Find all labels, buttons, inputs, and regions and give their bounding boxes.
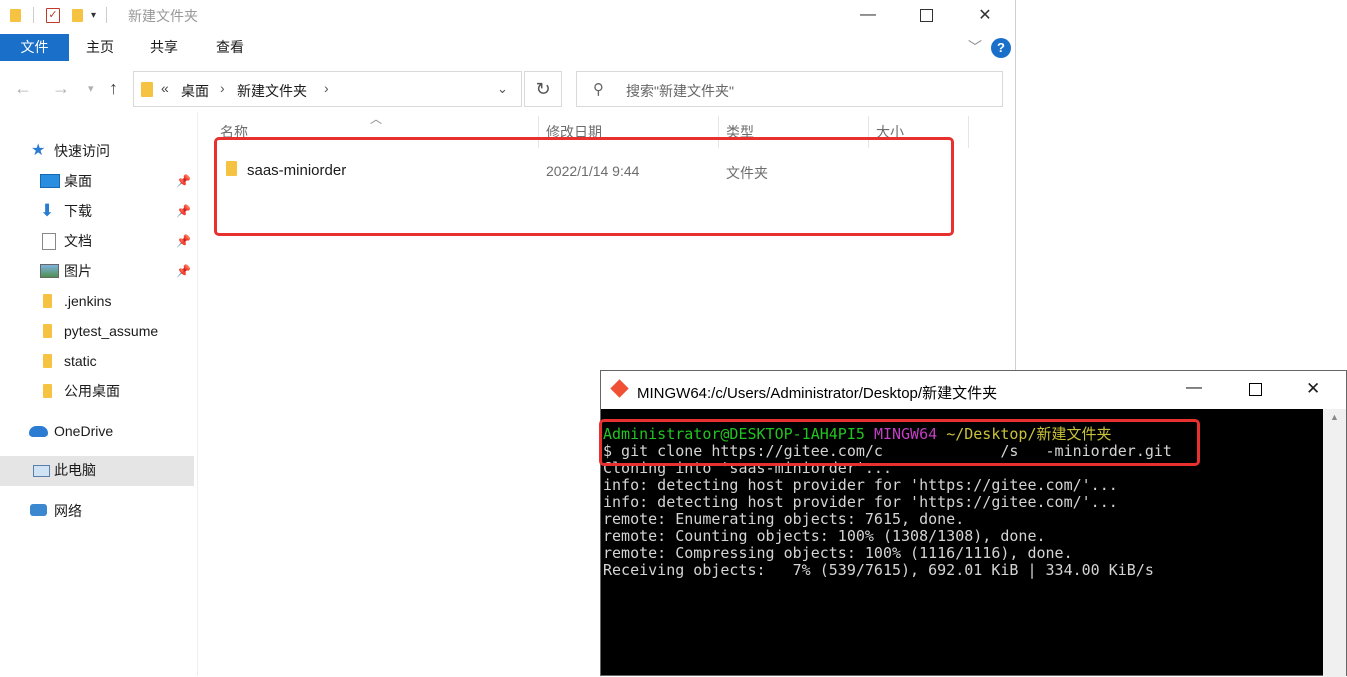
customize-toolbar-icon[interactable]: ▾ xyxy=(91,10,96,21)
chevron-right-icon[interactable]: › xyxy=(324,80,329,96)
scroll-up-icon[interactable]: ▲ xyxy=(1330,412,1339,422)
network-icon xyxy=(30,504,47,516)
desktop-icon xyxy=(40,174,60,188)
up-arrow-icon[interactable]: ↑ xyxy=(109,78,118,99)
nav-label: 桌面 xyxy=(64,173,92,189)
nav-network[interactable]: 网络 xyxy=(0,497,194,525)
nav-label: static xyxy=(64,353,97,369)
help-icon[interactable]: ? xyxy=(991,38,1011,58)
terminal-window: MINGW64:/c/Users/Administrator/Desktop/新… xyxy=(599,370,1347,677)
terminal-title-bar: MINGW64:/c/Users/Administrator/Desktop/新… xyxy=(601,371,1346,409)
properties-icon[interactable]: ✓ xyxy=(46,7,60,23)
download-icon: ⬇ xyxy=(40,201,55,220)
nav-pictures[interactable]: 图片 📌 xyxy=(0,257,194,285)
minimize-button[interactable]: — xyxy=(839,0,897,30)
divider xyxy=(106,7,108,23)
minimize-button[interactable]: — xyxy=(1186,379,1202,397)
maximize-icon xyxy=(919,8,933,22)
terminal-scrollbar[interactable]: ▲ xyxy=(1323,409,1346,677)
output-line: info: detecting host provider for 'https… xyxy=(603,493,1118,511)
nav-documents[interactable]: 文档 📌 xyxy=(0,227,194,255)
output-line: Receiving objects: 7% (539/7615), 692.01… xyxy=(603,561,1154,579)
expand-ribbon-icon[interactable]: ﹀ xyxy=(968,37,982,57)
output-line: info: detecting host provider for 'https… xyxy=(603,476,1118,494)
pane-divider xyxy=(197,112,198,676)
nav-folder-static[interactable]: static xyxy=(0,347,194,375)
search-box[interactable]: ⚲ 搜索"新建文件夹" xyxy=(576,71,1003,107)
minimize-icon: — xyxy=(860,6,876,23)
maximize-button[interactable] xyxy=(897,0,955,30)
quick-access-toolbar: ✓ ▾ xyxy=(10,6,108,24)
search-input[interactable]: 搜索"新建文件夹" xyxy=(626,81,734,101)
git-icon xyxy=(610,379,629,398)
tab-view[interactable]: 查看 xyxy=(200,34,260,61)
picture-icon xyxy=(40,264,59,278)
nav-label: 公用桌面 xyxy=(64,383,120,399)
close-icon: ✕ xyxy=(978,7,992,24)
pin-icon: 📌 xyxy=(176,264,191,278)
nav-quick-access[interactable]: ★ 快速访问 xyxy=(0,137,194,165)
output-line: remote: Enumerating objects: 7615, done. xyxy=(603,510,965,528)
folder-icon xyxy=(43,354,52,368)
nav-downloads[interactable]: ⬇ 下载 📌 xyxy=(0,197,194,225)
star-icon: ★ xyxy=(31,142,46,159)
sort-ascending-icon: ︿ xyxy=(370,112,383,126)
forward-arrow-icon[interactable]: → xyxy=(52,78,70,99)
folder-icon xyxy=(43,294,52,308)
folder-icon xyxy=(43,324,52,338)
folder-icon xyxy=(141,82,153,97)
pin-icon: 📌 xyxy=(176,174,191,188)
maximize-button[interactable] xyxy=(1249,383,1262,396)
address-overflow[interactable]: « xyxy=(161,80,169,96)
terminal-title: MINGW64:/c/Users/Administrator/Desktop/新… xyxy=(637,385,998,402)
divider xyxy=(33,7,34,23)
nav-label: 图片 xyxy=(64,263,92,279)
tab-file[interactable]: 文件 xyxy=(0,34,69,61)
ribbon-tabs: 文件 主页 共享 查看 ﹀ ? xyxy=(0,34,1015,62)
nav-label: 此电脑 xyxy=(54,462,96,478)
refresh-icon: ↻ xyxy=(535,78,551,99)
nav-desktop[interactable]: 桌面 📌 xyxy=(0,167,194,195)
cloud-icon xyxy=(29,426,48,437)
nav-onedrive[interactable]: OneDrive xyxy=(0,417,194,445)
nav-label: 快速访问 xyxy=(54,143,110,159)
close-button[interactable]: ✕ xyxy=(956,0,1014,30)
nav-label: 网络 xyxy=(54,503,82,519)
nav-label: 下载 xyxy=(64,203,92,219)
back-arrow-icon[interactable]: ← xyxy=(14,78,32,99)
nav-this-pc[interactable]: 此电脑 xyxy=(0,456,194,486)
breadcrumb-desktop[interactable]: 桌面 xyxy=(181,81,209,101)
nav-label: OneDrive xyxy=(54,423,114,439)
folder-icon xyxy=(43,384,52,398)
nav-folder-public-desktop[interactable]: 公用桌面 xyxy=(0,377,194,405)
tab-home[interactable]: 主页 xyxy=(70,34,130,61)
search-icon: ⚲ xyxy=(593,81,604,98)
folder-icon xyxy=(10,8,21,22)
recent-locations-icon[interactable]: ▾ xyxy=(88,82,94,95)
output-line: remote: Compressing objects: 100% (1116/… xyxy=(603,544,1073,562)
document-icon xyxy=(42,233,56,250)
new-folder-icon[interactable] xyxy=(72,8,83,22)
chevron-right-icon[interactable]: › xyxy=(220,80,225,96)
explorer-title-bar: ✓ ▾ 新建文件夹 — ✕ xyxy=(0,0,1015,30)
computer-icon xyxy=(33,465,50,477)
nav-folder-pytest-assume[interactable]: pytest_assume xyxy=(0,317,194,345)
address-bar[interactable]: « 桌面 › 新建文件夹 › ⌄ xyxy=(133,71,522,107)
chevron-down-icon[interactable]: ⌄ xyxy=(497,81,508,97)
pin-icon: 📌 xyxy=(176,234,191,248)
nav-label: 文档 xyxy=(64,233,92,249)
nav-label: pytest_assume xyxy=(64,323,159,339)
highlight-box xyxy=(599,419,1200,466)
nav-label: .jenkins xyxy=(64,293,112,309)
column-separator[interactable] xyxy=(968,116,969,148)
close-button[interactable]: ✕ xyxy=(1306,379,1320,399)
breadcrumb-current[interactable]: 新建文件夹 xyxy=(237,81,307,101)
output-line: remote: Counting objects: 100% (1308/130… xyxy=(603,527,1046,545)
nav-folder-jenkins[interactable]: .jenkins xyxy=(0,287,194,315)
tab-share[interactable]: 共享 xyxy=(134,34,194,61)
highlight-box xyxy=(214,137,954,236)
window-title: 新建文件夹 xyxy=(128,8,198,24)
refresh-button[interactable]: ↻ xyxy=(524,71,562,107)
pin-icon: 📌 xyxy=(176,204,191,218)
